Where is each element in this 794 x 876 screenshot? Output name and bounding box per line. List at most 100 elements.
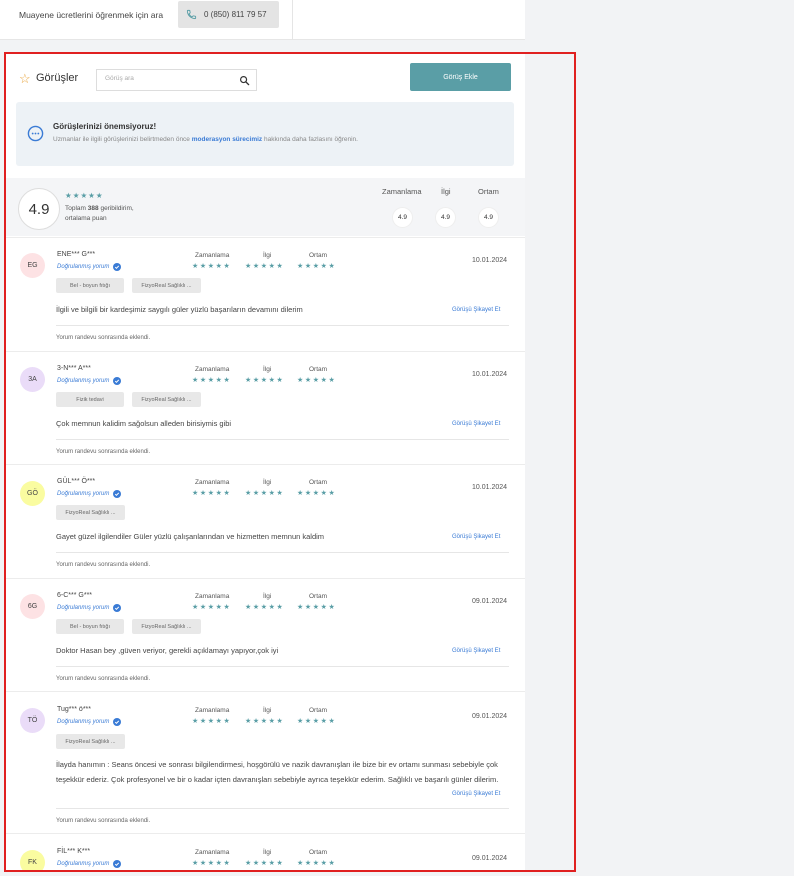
total-count: 388 — [87, 205, 99, 212]
review-tag: Fizik tedavi — [56, 392, 124, 407]
rating-label-environment: Ortam — [309, 366, 328, 373]
verified-check-icon — [113, 263, 122, 271]
summary-value-care: 4.9 — [435, 207, 456, 228]
reviews-header: ☆ Görüşler Görüş Ekle — [6, 54, 525, 104]
avatar: 6G — [20, 594, 45, 619]
review-date: 09.01.2024 — [472, 855, 508, 862]
verified-label: Doğrulanmış yorum — [57, 605, 110, 611]
verified-label: Doğrulanmış yorum — [57, 491, 110, 497]
review-footnote: Yorum randevu sonrasında eklendi. — [56, 818, 151, 824]
review-divider — [56, 666, 509, 667]
rating-stars-timing: ★★★★★ — [192, 718, 232, 725]
avatar: FK — [20, 850, 45, 870]
rating-stars-environment: ★★★★★ — [297, 263, 337, 270]
report-review-link[interactable]: Görüşü Şikayet Et — [452, 534, 500, 540]
summary-label-timing: Zamanlama — [382, 187, 422, 196]
review-divider — [56, 552, 509, 553]
reviews-section: ☆ Görüşler Görüş Ekle Görüşlerinizi önem… — [4, 52, 576, 872]
rating-stars-timing: ★★★★★ — [192, 604, 232, 611]
phone-button[interactable]: 0 (850) 811 79 57 — [178, 1, 279, 28]
verified-badge: Doğrulanmış yorum — [57, 860, 122, 868]
call-info-bar: Muayene ücretlerini öğrenmek için ara 0 … — [0, 0, 525, 40]
verified-badge: Doğrulanmış yorum — [57, 604, 122, 612]
summary-label-environment: Ortam — [478, 187, 499, 196]
rating-stars-care: ★★★★★ — [245, 263, 285, 270]
review-tag: FizyoReal Sağlıklı ... — [132, 278, 201, 293]
rating-label-environment: Ortam — [309, 849, 328, 856]
rating-label-care: İlgi — [263, 593, 272, 600]
avatar: EG — [20, 253, 45, 278]
search-icon[interactable] — [239, 75, 250, 86]
rating-stars-care: ★★★★★ — [245, 860, 285, 867]
verified-check-icon — [113, 604, 122, 612]
review-search[interactable] — [96, 69, 257, 91]
review-item: EG ENE*** G*** Doğrulanmış yorum Zamanla… — [6, 237, 525, 351]
review-tag: Bel - boyun fıtığı — [56, 619, 124, 634]
info-title: Görüşlerinizi önemsiyoruz! — [53, 122, 157, 131]
divider — [292, 0, 293, 40]
review-item: FK FİL*** K*** Doğrulanmış yorum Zamanla… — [6, 833, 525, 870]
review-search-input[interactable] — [105, 75, 225, 82]
review-divider — [56, 325, 509, 326]
reviewer-name: 6-C*** G*** — [57, 592, 93, 599]
review-footnote: Yorum randevu sonrasında eklendi. — [56, 562, 151, 568]
rating-label-timing: Zamanlama — [195, 707, 230, 714]
rating-label-environment: Ortam — [309, 707, 328, 714]
rating-label-care: İlgi — [263, 849, 272, 856]
chat-bubble-icon — [27, 125, 44, 142]
verified-badge: Doğrulanmış yorum — [57, 377, 122, 385]
verified-badge: Doğrulanmış yorum — [57, 263, 122, 271]
review-footnote: Yorum randevu sonrasında eklendi. — [56, 449, 151, 455]
reviewer-name: FİL*** K*** — [57, 848, 91, 855]
rating-stars-timing: ★★★★★ — [192, 860, 232, 867]
verified-badge: Doğrulanmış yorum — [57, 490, 122, 498]
rating-summary: 4.9 ★★★★★ Toplam 388 geribildirim, ortala… — [6, 178, 525, 236]
rating-stars-care: ★★★★★ — [245, 490, 285, 497]
rating-stars-environment: ★★★★★ — [297, 377, 337, 384]
review-date: 09.01.2024 — [472, 713, 508, 720]
info-text-after: hakkında daha fazlasını öğrenin. — [262, 136, 358, 143]
verified-label: Doğrulanmış yorum — [57, 861, 110, 867]
rating-label-care: İlgi — [263, 252, 272, 259]
rating-stars-environment: ★★★★★ — [297, 604, 337, 611]
info-text-before: Uzmanlar ile ilgili görüşlerinizi belirt… — [53, 136, 192, 143]
review-item: 6G 6-C*** G*** Doğrulanmış yorum Zamanla… — [6, 578, 525, 691]
summary-value-timing: 4.9 — [392, 207, 413, 228]
review-text: Doktor Hasan bey ,güven veriyor, gerekli… — [56, 646, 279, 655]
rating-stars-timing: ★★★★★ — [192, 490, 232, 497]
review-text: İlayda hanımın : Seans öncesi ve sonrası… — [56, 760, 499, 784]
report-review-link[interactable]: Görüşü Şikayet Et — [452, 307, 500, 313]
avatar: 3A — [20, 367, 45, 392]
verified-label: Doğrulanmış yorum — [57, 719, 110, 725]
avg-label: ortalama puan — [65, 215, 107, 222]
verified-check-icon — [113, 377, 122, 385]
review-tag: FizyoReal Sağlıklı ... — [56, 505, 125, 520]
review-date: 09.01.2024 — [472, 598, 508, 605]
report-review-link[interactable]: Görüşü Şikayet Et — [452, 421, 500, 427]
review-divider — [56, 808, 509, 809]
review-date: 10.01.2024 — [472, 257, 508, 264]
review-text: İlgili ve bilgili bir kardeşimiz saygılı… — [56, 305, 303, 314]
rating-label-timing: Zamanlama — [195, 479, 230, 486]
reviewer-name: GÜL*** Ö*** — [57, 478, 96, 485]
summary-value-environment: 4.9 — [478, 207, 499, 228]
moderation-info-box: Görüşlerinizi önemsiyoruz! Uzmanlar ile … — [16, 102, 514, 166]
call-info-text: Muayene ücretlerini öğrenmek için ara — [19, 10, 164, 20]
verified-check-icon — [113, 860, 122, 868]
report-review-link[interactable]: Görüşü Şikayet Et — [452, 791, 500, 797]
review-item: GÖ GÜL*** Ö*** Doğrulanmış yorum Zamanla… — [6, 464, 525, 578]
avatar: TÖ — [20, 708, 45, 733]
rating-stars-environment: ★★★★★ — [297, 718, 337, 725]
avatar: GÖ — [20, 481, 45, 506]
reviewer-name: ENE*** G*** — [57, 251, 96, 258]
verified-badge: Doğrulanmış yorum — [57, 718, 122, 726]
rating-label-timing: Zamanlama — [195, 366, 230, 373]
add-review-button[interactable]: Görüş Ekle — [410, 63, 511, 91]
total-suffix: geribildirim, — [100, 205, 134, 212]
rating-stars-timing: ★★★★★ — [192, 263, 232, 270]
reviews-card: ☆ Görüşler Görüş Ekle Görüşlerinizi önem… — [6, 54, 525, 870]
moderation-link[interactable]: moderasyon sürecimiz — [192, 136, 262, 143]
report-review-link[interactable]: Görüşü Şikayet Et — [452, 648, 500, 654]
rating-label-care: İlgi — [263, 707, 272, 714]
review-text: Çok memnun kalidim sağolsun alleden biri… — [56, 419, 232, 428]
